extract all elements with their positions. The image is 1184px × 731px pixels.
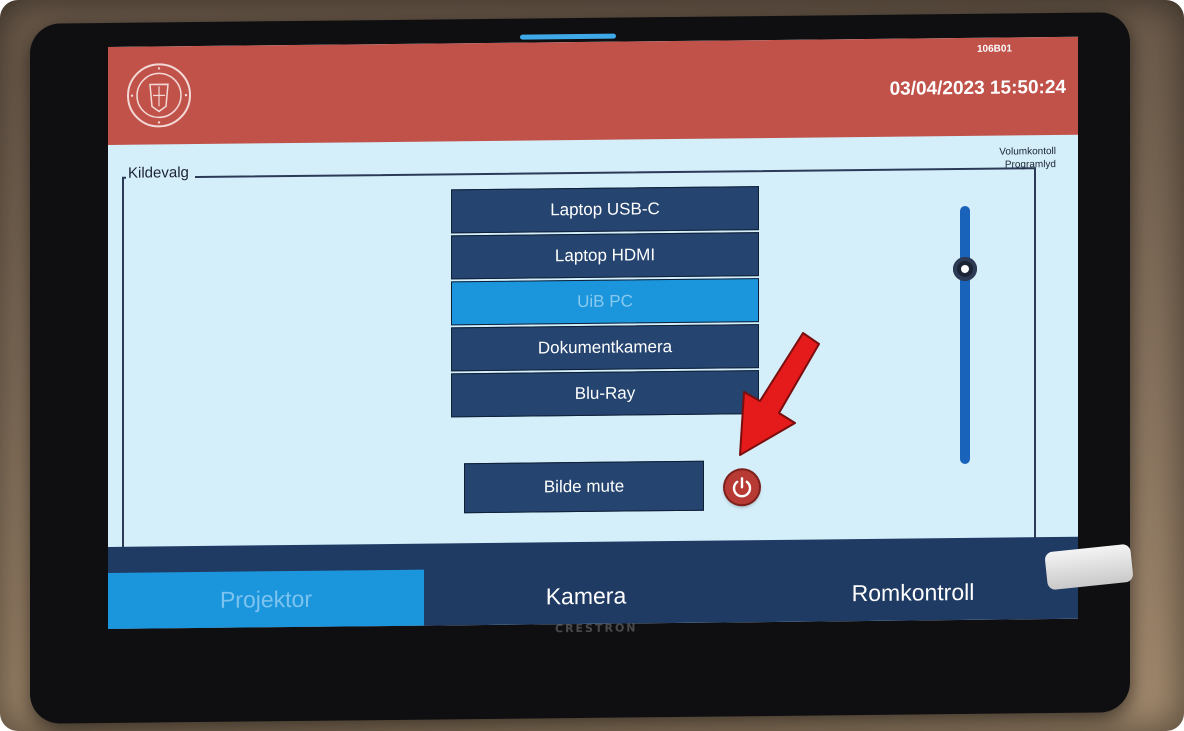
university-seal-logo xyxy=(127,63,191,128)
picture-mute-button[interactable]: Bilde mute xyxy=(464,460,704,514)
tab-kamera[interactable]: Kamera xyxy=(428,566,744,625)
source-selection-title: Kildevalg xyxy=(126,164,195,182)
bottom-tab-bar: Projektor Kamera Romkontroll xyxy=(108,536,1078,629)
source-button-blu-ray[interactable]: Blu-Ray xyxy=(451,370,759,418)
source-button-dokumentkamera[interactable]: Dokumentkamera xyxy=(451,324,759,372)
status-light xyxy=(520,33,616,40)
source-button-uib-pc[interactable]: UiB PC xyxy=(451,278,759,326)
volume-title-line1: Volumkontoll xyxy=(999,146,1056,158)
room-id: 106B01 xyxy=(976,43,1012,55)
touch-screen: 106B01 03/04/2023 15:50:24 Kildevalg Lap… xyxy=(108,36,1078,629)
source-button-laptop-hdmi[interactable]: Laptop HDMI xyxy=(451,232,759,280)
touch-panel-device: CRESTRON 106B01 03/04/2023 15:50:24 Kild… xyxy=(30,12,1130,724)
volume-slider-track[interactable] xyxy=(960,205,970,465)
power-button[interactable] xyxy=(725,470,759,505)
volume-title-line2: Programlyd xyxy=(1004,159,1056,171)
volume-title: Volumkontoll Programlyd xyxy=(999,145,1056,172)
header-bar: 106B01 03/04/2023 15:50:24 xyxy=(108,36,1078,145)
tab-romkontroll[interactable]: Romkontroll xyxy=(748,563,1078,622)
source-button-laptop-usb-c[interactable]: Laptop USB-C xyxy=(451,186,759,234)
date-time: 03/04/2023 15:50:24 xyxy=(889,76,1066,100)
tab-projektor[interactable]: Projektor xyxy=(108,569,424,629)
power-icon xyxy=(732,477,752,498)
